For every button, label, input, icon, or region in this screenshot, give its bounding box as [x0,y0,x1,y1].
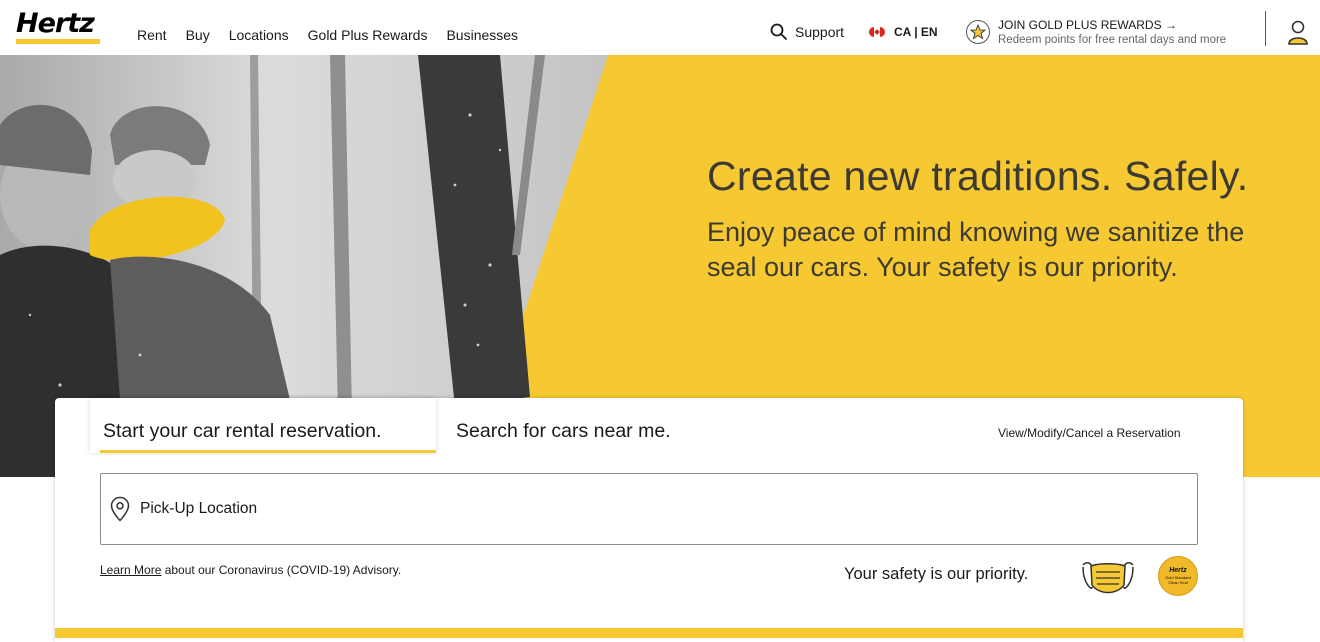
active-tab-indicator [100,450,436,453]
location-pin-icon [110,496,130,522]
join-title: JOIN GOLD PLUS REWARDS → [998,18,1177,32]
learn-more-link[interactable]: Learn More [100,563,161,577]
hero-subline-1: Enjoy peace of mind knowing we sanitize … [707,217,1245,247]
logo-text: Hertz [16,8,95,39]
top-header: Hertz Rent Buy Locations Gold Plus Rewar… [0,0,1320,55]
tab-start-reservation[interactable]: Start your car rental reservation. [103,420,382,452]
pickup-placeholder: Pick-Up Location [140,500,258,517]
advisory-text: about our Coronavirus (COVID-19) Advisor… [161,563,402,577]
hero-subline-2: seal our cars. Your safety is our priori… [707,252,1178,282]
nav-locations[interactable]: Locations [229,26,289,44]
safety-message: Your safety is our priority. [844,565,1029,583]
logo-underline [16,39,100,44]
seal-text: Gold Standard Clean Seal [1165,575,1191,585]
nav-rent[interactable]: Rent [137,26,167,44]
pickup-location-input[interactable]: Pick-Up Location [100,473,1198,545]
canada-flag-icon [869,27,885,37]
user-icon[interactable] [1287,20,1309,51]
card-bottom-accent [55,628,1243,638]
seal-title: Hertz [1169,567,1187,574]
hero-headline: Create new traditions. Safely. [707,153,1249,199]
covid-advisory: Learn More about our Coronavirus (COVID-… [100,563,401,577]
header-divider [1265,11,1266,46]
manage-reservation-link[interactable]: View/Modify/Cancel a Reservation [998,426,1181,440]
star-icon [966,20,990,44]
nav-buy[interactable]: Buy [186,26,210,44]
hero-subheadline: Enjoy peace of mind knowing we sanitize … [707,215,1320,285]
locale-label: CA | EN [894,25,938,39]
join-subtitle: Redeem points for free rental days and m… [998,34,1227,46]
gold-standard-clean-seal: Hertz Gold Standard Clean Seal [1158,556,1198,596]
hertz-logo[interactable]: Hertz [16,10,102,44]
support-label: Support [795,23,845,40]
join-gold-plus-link[interactable]: JOIN GOLD PLUS REWARDS → Redeem points f… [966,17,1226,48]
locale-selector[interactable]: CA | EN [869,25,938,39]
search-icon [770,23,787,40]
nav-gold-plus-rewards[interactable]: Gold Plus Rewards [308,26,428,44]
support-link[interactable]: Support [770,23,844,40]
nav-businesses[interactable]: Businesses [446,26,518,44]
face-mask-icon [1082,562,1134,594]
main-nav: Rent Buy Locations Gold Plus Rewards Bus… [137,26,537,44]
tab-search-near-me[interactable]: Search for cars near me. [456,420,671,443]
reservation-card: Start your car rental reservation. Searc… [55,398,1243,642]
